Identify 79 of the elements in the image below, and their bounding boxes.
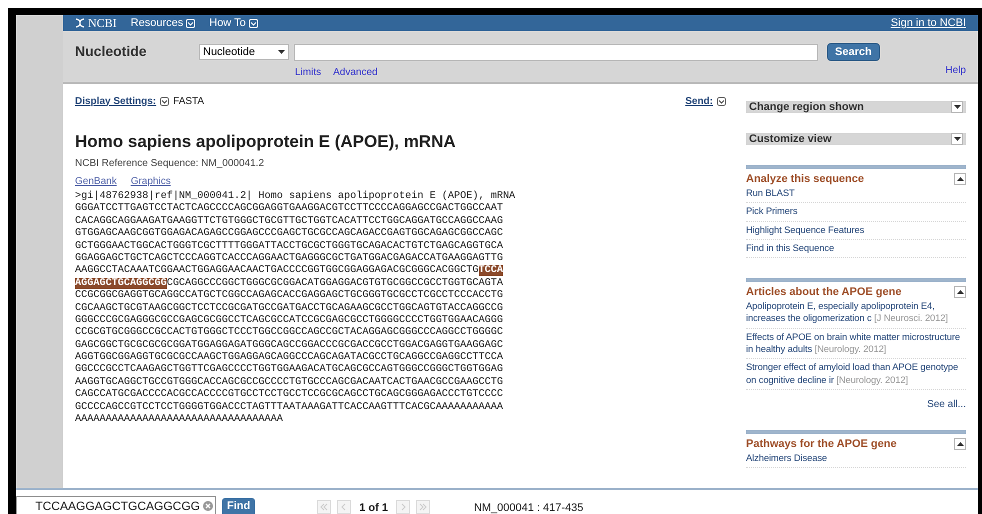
dropdown-icon [954, 105, 960, 109]
chevron-icon [398, 503, 407, 511]
record-title: Homo sapiens apolipoprotein E (APOE), mRNA [75, 132, 457, 152]
dropdown-icon[interactable] [717, 96, 726, 106]
dropdown-icon[interactable] [160, 96, 170, 106]
database-title: Nucleotide [75, 42, 148, 61]
sequence-text: CCGCGTGCGGGCCGCCACTGTGGGCTCCCTGGCCGGCCAGCCGCTACAGGAGCGGGCCCAGGCCTGGGGC [75, 327, 503, 338]
menu-label: Resources [130, 17, 184, 29]
highlighted-sequence: AGGAGCTGCAGGCGG [75, 278, 167, 289]
search-field[interactable] [294, 44, 818, 60]
sidebar-link[interactable]: Find in this Sequence [746, 240, 966, 258]
menu-label: How To [209, 17, 246, 29]
sidebar-link[interactable]: Highlight Sequence Features [746, 222, 966, 240]
sequence-text: >gi|48762938|ref|NM_000041.2| Homo sapiens apolipoprotein E (APOE), mRNA [75, 191, 516, 202]
match-count: 1 of 1 [358, 502, 389, 514]
dropdown-icon [278, 50, 285, 54]
double-chevron-icon [320, 503, 328, 511]
section-title: Analyze this sequence [746, 173, 864, 185]
view-link[interactable]: GenBank [75, 176, 117, 187]
sidebar-link[interactable]: Stronger effect of amyloid load than APOE genotype on cognitive decline ir [Neurology. 2012] [746, 359, 966, 390]
sequence-text: CGCAGGCCCGGCTGGGCGCGGACATGGAGGACGTGTGCGGCCGCCTGGTGCAGTA [166, 278, 503, 289]
help-link[interactable]: Help [945, 65, 966, 76]
search-button[interactable]: Search [827, 43, 880, 61]
sequence-text: GCCCCAGCCGTCCTCCTGGGGTGGACCCTAGTTTAATAAAGATTCACCAAGTTTCACGCAAAAAAAAAAA [75, 402, 503, 413]
collapse-button[interactable] [954, 438, 966, 450]
reference-sequence: NCBI Reference Sequence: NM_000041.2 [75, 158, 266, 169]
highlighted-sequence: TCCA [478, 265, 503, 276]
sequence-text: GGCCCGCCTCAAGAGCTGGTTCGAGCCCCTGGTGGAAGACATGCAGCGCCAGTGGGCCGGGCTGGTGGAG [75, 364, 503, 376]
sequence-text: CGCAAGCTGCGTAAGCGGCTCCTCCGCGATGCCGATGACCTGCAGAAGCGCCTGGCAGTGTACCAGGCCG [75, 302, 503, 314]
sequence-text: CCGCGGCGAGGTGCAGGCCATGCTCGGCCAGAGCACCGAGGAGCTGCGGGTGCGCCTCGCCTCCCACCTG [75, 290, 503, 302]
logo-text: NCBI [88, 16, 117, 30]
collapse-button[interactable] [954, 173, 966, 185]
menu-item[interactable]: How To [209, 17, 258, 29]
sequence-text: GTGGAGCAAGCGGTGGAGACAGAGCCGGAGCCCGAGCTGCGCCAGCAGACCGAGTGGCAGAGCGGCCAGC [75, 228, 503, 240]
sign-in-link[interactable]: Sign in to NCBI [890, 17, 966, 29]
display-settings-link[interactable]: Display Settings: [75, 96, 156, 106]
sequence-text: AGGTGGCGGAGGTGCGCGCCAAGCTGGAGGAGCAGGCCCAGCAGATACGCCTGCAGGCCGAGGCCTTCCA [75, 352, 503, 364]
sequence-text: GAGCGGCTGCGCGCGCGGATGGAGGAGATGGGCAGCCGGACCCGCGACCGCCTGGACGAGGTGAAGGAGC [75, 340, 503, 351]
collapse-icon [956, 290, 964, 294]
section-title: Articles about the APOE gene [746, 286, 902, 298]
view-link[interactable]: Graphics [130, 176, 171, 187]
sidebar-link[interactable]: Run BLAST [746, 185, 966, 204]
sidebar-link[interactable]: Apolipoprotein E, especially apolipoprotein E4, increases the oligomerization c [J Neurosci. 2012] [746, 298, 966, 329]
panel-dropdown[interactable]: Change region shown [746, 101, 966, 113]
ncbi-logo[interactable]: NCBI [75, 16, 117, 30]
menu-item[interactable]: Resources [130, 17, 196, 29]
format-label: FASTA [173, 96, 204, 106]
sidebar-link[interactable]: Alzheimers Disease [746, 450, 966, 468]
sequence-text: AAAAAAAAAAAAAAAAAAAAAAAAAAAAAAAAAA [75, 414, 283, 426]
collapse-icon [956, 177, 964, 181]
caret-icon [186, 18, 196, 28]
search-link[interactable]: Advanced [333, 67, 378, 78]
collapse-button[interactable] [954, 286, 966, 298]
find-button[interactable]: Find [222, 498, 256, 514]
section-title: Pathways for the APOE gene [746, 438, 897, 450]
chevron-icon [340, 503, 348, 511]
sequence-text: GCTGGGAACTGGCACTGGGTCGCTTTTGGGATTACCTGCGCTGGGTGCAGACACTGTCTGAGCAGGTGCA [75, 240, 503, 252]
clear-icon[interactable] [203, 500, 213, 510]
helix-icon [75, 18, 85, 28]
dropdown-icon [954, 137, 960, 141]
sequence-text: GGAGGAGCTGCTCAGCTCCCAGGTCACCCAGGAACTGAGGGCGCTGATGGACGAGACCATGAAGGAGTTG [75, 252, 503, 264]
sequence-text: CACAGGCAGGAAGATGAAGGTTCTGTGGGCTGCGTTGCTGGTCACATTCCTGGCAGGATGCCAGGCCAAG [75, 216, 503, 227]
double-chevron-icon [418, 503, 427, 511]
see-all-link[interactable]: See all... [746, 398, 966, 410]
match-location: NM_000041 : 417-435 [474, 502, 584, 514]
sequence-text: CAGCCATGCGACCCCACGCCACCCCGTGCCTCCTGCCTCCGCGCAGCCTGCAGCGGGAGACCCTGTCCCC [75, 389, 503, 400]
panel-dropdown[interactable]: Customize view [746, 133, 966, 145]
sequence-text: GGGCCCGCGAGGGCGCCGAGCGCGGCCTCAGCGCCATCCGCGAGCGCCTGGGGCCCCTGGTGGAACAGGG [75, 314, 503, 326]
sequence-text: GGGATCCTTGAGTCCTACTCAGCCCCAGCGGAGGTGAAGGACGTCCTTCCCCAGGAGCCGACTGGCCAAT [75, 203, 503, 214]
send-link[interactable]: Send: [685, 96, 713, 106]
caret-icon [248, 18, 258, 28]
collapse-icon [956, 442, 964, 446]
sequence-text: AAGGCCTACAAATCGGAACTGGAGGAACAACTGACCCCGGTGGCGGAGGAGACGCGGGCACGGCTG [75, 265, 478, 276]
database-select[interactable]: Nucleotide [199, 44, 289, 60]
sequence-text: AAGGTGCAGGCTGCCGTGGGCACCAGCGCCGCCCCTGTGCCCAGCGACAATCACTGAACGCCGAAGCCTG [75, 376, 503, 388]
find-field[interactable]: TCCAAGGAGCTGCAGGCGG [16, 496, 216, 514]
sidebar-link[interactable]: Effects of APOE on brain white matter microstructure in healthy adults [Neurology. 2012] [746, 328, 966, 360]
search-link[interactable]: Limits [295, 67, 322, 78]
sidebar-link[interactable]: Pick Primers [746, 203, 966, 222]
